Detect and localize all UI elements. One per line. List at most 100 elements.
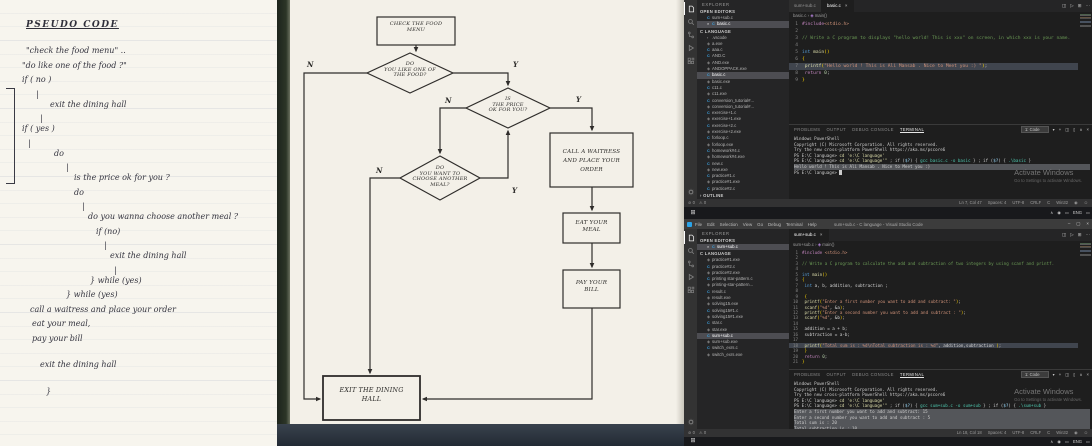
tab-debug-console[interactable]: DEBUG CONSOLE [852,127,894,132]
menu-view[interactable]: View [743,222,752,227]
debug-icon[interactable] [684,270,697,283]
tray-expand-icon[interactable]: ∧ [1050,210,1053,215]
close-panel-icon[interactable]: × [1087,372,1089,377]
menu-go[interactable]: Go [757,222,763,227]
maximize-icon[interactable]: ▢ [1076,221,1080,226]
layout-icon[interactable]: ⊞ [1078,3,1082,8]
language-mode[interactable]: C [1047,430,1050,435]
menu-terminal[interactable]: Terminal [786,222,803,227]
terminal-selector[interactable]: 1: Code [1021,371,1049,378]
tab-terminal[interactable]: TERMINAL [900,372,924,378]
language-mode[interactable]: C [1047,200,1050,205]
tab-output[interactable]: OUTPUT [826,372,846,377]
source-control-icon[interactable] [684,257,697,270]
language-indicator[interactable]: ENG [1073,439,1082,444]
run-file-icon[interactable]: ▷ [1070,232,1073,237]
breadcrumb[interactable]: basic.c › ◈ main() [793,12,1092,20]
kill-terminal-icon[interactable]: ▯ [1073,372,1075,377]
menu-file[interactable]: File [695,222,702,227]
tab-sum-sub[interactable]: sum+sub.c× [789,229,829,241]
errors-indicator[interactable]: ⊘ 0 [688,200,695,205]
source-control-icon[interactable] [684,28,697,41]
indentation[interactable]: Spaces: 4 [988,430,1007,435]
debug-icon[interactable] [684,41,697,54]
platform[interactable]: Win32 [1056,200,1068,205]
cursor-position[interactable]: Ln 18, Col 18 [957,430,982,435]
warnings-indicator[interactable]: ⚠ 0 [699,200,706,205]
warnings-indicator[interactable]: ⚠ 0 [699,430,706,435]
encoding[interactable]: UTF-8 [1012,200,1024,205]
title-bar[interactable]: FileEditSelectionViewGoDebugTerminalHelp… [684,219,1092,229]
menu-help[interactable]: Help [808,222,817,227]
cursor-position[interactable]: Ln 7, Col 47 [959,200,982,205]
network-icon[interactable]: ▭ [1065,210,1069,215]
tab-basic[interactable]: basic.c× [822,0,854,12]
new-terminal-icon[interactable]: + [1059,127,1061,132]
kill-terminal-icon[interactable]: ▯ [1073,127,1075,132]
chevron-down-icon[interactable]: ▾ [1053,127,1055,132]
new-terminal-icon[interactable]: + [1059,372,1061,377]
split-editor-icon[interactable]: ◫ [1062,232,1066,237]
feedback-icon[interactable]: ☺ [1084,200,1088,205]
language-indicator[interactable]: ENG [1073,210,1082,215]
close-tab-icon[interactable]: × [845,3,848,8]
feedback-icon[interactable]: ☺ [1084,430,1088,435]
gear-icon[interactable] [684,415,697,428]
errors-indicator[interactable]: ⊘ 0 [688,430,695,435]
tab-problems[interactable]: PROBLEMS [794,127,820,132]
code-editor[interactable]: 1#include<stdio.h>2 3// Write a C progra… [789,21,1078,84]
indentation[interactable]: Spaces: 4 [988,200,1007,205]
volume-icon[interactable]: ◉ [1057,210,1061,215]
maximize-panel-icon[interactable]: ∧ [1079,127,1082,132]
split-editor-icon[interactable]: ◫ [1062,3,1066,8]
split-terminal-icon[interactable]: ◫ [1065,372,1069,377]
eol[interactable]: CRLF [1030,430,1041,435]
section-outline[interactable]: › OUTLINE [697,192,789,199]
gear-icon[interactable] [684,185,697,198]
run-file-icon[interactable]: ▷ [1070,3,1073,8]
section-open-editors[interactable]: OPEN EDITORS [697,237,789,244]
encoding[interactable]: UTF-8 [1012,430,1024,435]
tab-terminal[interactable]: TERMINAL [900,127,924,133]
section-folder[interactable]: C LANGUAGE [697,250,789,257]
split-terminal-icon[interactable]: ◫ [1065,127,1069,132]
close-icon[interactable]: × [1086,221,1089,226]
more-actions-icon[interactable]: ⋯ [1086,232,1091,237]
notification-icon[interactable]: ▭ [1086,210,1090,215]
minimize-icon[interactable]: – [1068,221,1070,226]
code-editor[interactable]: 1#include <stdio.h>2 3// Write a C progr… [789,250,1078,365]
explorer-icon[interactable] [684,231,697,244]
tab-problems[interactable]: PROBLEMS [794,372,820,377]
search-icon[interactable] [684,15,697,28]
file-item[interactable]: ◈ switch_exrs.exe [697,352,789,358]
breadcrumb[interactable]: sum+sub.c › ◈ main() [793,241,1092,249]
minimap[interactable] [1080,14,1091,60]
tab-output[interactable]: OUTPUT [826,127,846,132]
bell-icon[interactable]: ◉ [1074,430,1078,435]
menu-selection[interactable]: Selection [720,222,738,227]
close-tab-icon[interactable]: × [820,232,823,237]
volume-icon[interactable]: ◉ [1057,439,1061,444]
terminal-selector[interactable]: 1: Code [1021,126,1049,133]
explorer-icon[interactable] [684,2,697,15]
chevron-down-icon[interactable]: ▾ [1053,372,1055,377]
tab-debug-console[interactable]: DEBUG CONSOLE [852,372,894,377]
layout-icon[interactable]: ⊞ [1078,232,1082,237]
search-icon[interactable] [684,244,697,257]
menu-debug[interactable]: Debug [768,222,781,227]
start-button[interactable]: ⊞ [686,437,700,446]
tray-expand-icon[interactable]: ∧ [1050,439,1053,444]
section-open-editors[interactable]: OPEN EDITORS [697,8,789,15]
extensions-icon[interactable] [684,283,697,296]
network-icon[interactable]: ▭ [1065,439,1069,444]
bell-icon[interactable]: ◉ [1074,200,1078,205]
start-button[interactable]: ⊞ [686,207,700,219]
maximize-panel-icon[interactable]: ∧ [1079,372,1082,377]
more-actions-icon[interactable]: ⋯ [1086,3,1091,8]
tab-sum-sub[interactable]: sum+sub.c [789,0,822,12]
minimap[interactable] [1080,243,1091,283]
platform[interactable]: Win32 [1056,430,1068,435]
notification-icon[interactable]: ▭ [1086,439,1090,444]
close-panel-icon[interactable]: × [1087,127,1089,132]
section-folder[interactable]: C LANGUAGE [697,28,789,35]
